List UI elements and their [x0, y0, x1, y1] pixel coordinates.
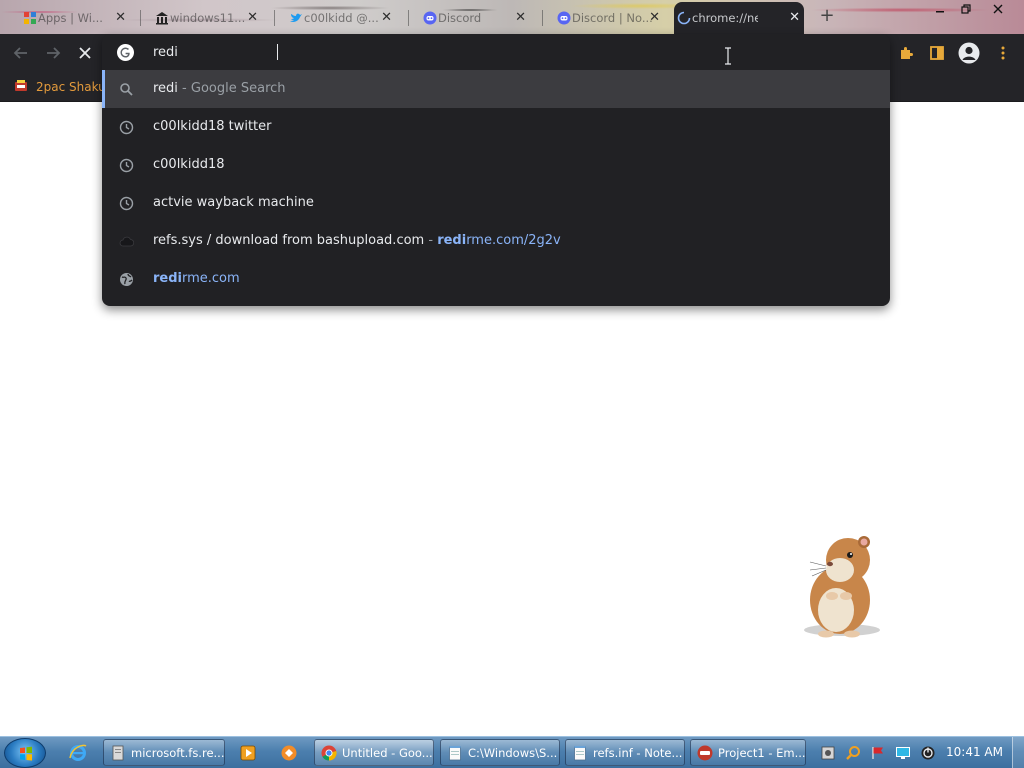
emulator-icon: [697, 745, 713, 761]
bookmark-2pac-shakur[interactable]: 2pac Shakur: [14, 77, 111, 97]
magnifier-icon[interactable]: [844, 744, 862, 762]
address-bar-input[interactable]: [153, 43, 753, 61]
taskbar-item-label: C:\Windows\S...: [468, 745, 558, 760]
tab-windows11[interactable]: windows11... ✕: [152, 6, 262, 30]
close-icon[interactable]: ✕: [115, 10, 126, 25]
suggestion-text: redirme.com: [153, 271, 240, 286]
taskbar-item-windows-folder[interactable]: C:\Windows\S...: [440, 739, 560, 766]
minimize-icon[interactable]: [926, 0, 954, 18]
notepad-icon: [447, 745, 463, 761]
profile-avatar-icon[interactable]: [958, 42, 980, 64]
start-button[interactable]: [4, 738, 46, 768]
windows-logo-icon: [20, 746, 32, 761]
close-icon[interactable]: ✕: [515, 10, 526, 25]
omnibox-dropdown: redi - Google Search c00lkidd18 twitter …: [102, 34, 890, 306]
taskbar-item-label: refs.inf - Note...: [593, 745, 683, 760]
suggestion-url-refs[interactable]: refs.sys / download from bashupload.com …: [102, 222, 890, 260]
tab-title: Discord | No...: [572, 11, 653, 25]
notepad-icon: [572, 745, 588, 761]
tab-title: windows11...: [170, 11, 246, 25]
taskbar-item-microsoft-fs[interactable]: microsoft.fs.re...: [103, 739, 225, 766]
colorful-app-icon: [22, 10, 37, 25]
suggestion-text: c00lkidd18 twitter: [153, 119, 272, 134]
twitter-bird-icon: [288, 10, 303, 25]
tab-new-tab-active[interactable]: chrome://ne... ✕: [674, 2, 804, 34]
screen: Apps | Wi... ✕ windows11... ✕ c00lkidd @…: [0, 0, 1024, 768]
tab-separator: [274, 10, 275, 26]
discord-icon: [556, 10, 571, 25]
taskbar-clock[interactable]: 10:41 AM: [946, 745, 1003, 759]
tab-discord-2[interactable]: Discord | No... ✕: [554, 6, 664, 30]
tab-title: Apps | Wi...: [38, 11, 103, 25]
bookmark-icon: [14, 79, 28, 96]
tab-separator: [408, 10, 409, 26]
museum-icon: [154, 10, 169, 25]
tray-app-icon[interactable]: [819, 744, 837, 762]
taskbar-item-label: microsoft.fs.re...: [131, 745, 225, 760]
suggestion-text: actvie wayback machine: [153, 195, 314, 210]
history-icon: [118, 195, 134, 211]
loading-spinner-icon: [676, 10, 691, 25]
media-player-icon[interactable]: [232, 739, 264, 766]
tab-separator: [140, 10, 141, 26]
bookmark-label: 2pac Shakur: [36, 80, 111, 94]
tab-apps[interactable]: Apps | Wi... ✕: [20, 6, 130, 30]
suggestion-history-2[interactable]: c00lkidd18: [102, 146, 890, 184]
more-menu-icon[interactable]: [992, 42, 1014, 64]
file-icon: [110, 745, 126, 761]
stop-loading-icon[interactable]: [74, 42, 96, 64]
suggestion-url-redirme[interactable]: redirme.com: [102, 260, 890, 298]
suggestion-text: redi - Google Search: [153, 81, 286, 96]
suggestion-history-1[interactable]: c00lkidd18 twitter: [102, 108, 890, 146]
omnibox-input-row: [102, 34, 890, 70]
action-center-flag-icon[interactable]: [869, 744, 887, 762]
pinned-app-icon[interactable]: [273, 739, 305, 766]
side-panel-icon[interactable]: [926, 42, 948, 64]
tab-twitter[interactable]: c00lkidd @... ✕: [286, 6, 396, 30]
tab-strip: Apps | Wi... ✕ windows11... ✕ c00lkidd @…: [0, 0, 1024, 34]
back-icon[interactable]: [10, 42, 32, 64]
suggestion-text: refs.sys / download from bashupload.com …: [153, 233, 561, 248]
taskbar-item-project1[interactable]: Project1 - Em...: [690, 739, 806, 766]
power-status-icon[interactable]: [919, 744, 937, 762]
cloud-icon: [118, 233, 134, 249]
tab-title: c00lkidd @...: [304, 11, 379, 25]
tab-separator: [542, 10, 543, 26]
close-icon[interactable]: ✕: [789, 10, 800, 25]
history-icon: [118, 119, 134, 135]
window-close-icon[interactable]: [984, 0, 1012, 18]
internet-explorer-icon[interactable]: [62, 739, 94, 766]
history-icon: [118, 157, 134, 173]
suggestion-google-search[interactable]: redi - Google Search: [102, 70, 890, 108]
close-icon[interactable]: ✕: [381, 10, 392, 25]
tab-title: chrome://ne...: [692, 11, 758, 25]
taskbar-item-label: Untitled - Goo...: [342, 745, 433, 760]
close-icon[interactable]: ✕: [649, 10, 660, 25]
close-icon[interactable]: ✕: [247, 10, 258, 25]
search-icon: [118, 81, 134, 97]
globe-icon: [118, 271, 134, 287]
restore-icon[interactable]: [952, 0, 980, 18]
discord-icon: [422, 10, 437, 25]
forward-icon[interactable]: [42, 42, 64, 64]
new-tab-button[interactable]: +: [817, 6, 837, 26]
show-desktop-button[interactable]: [1012, 737, 1024, 768]
tab-title: Discord: [438, 11, 482, 25]
i-beam-cursor-icon: [724, 47, 732, 65]
monitor-icon[interactable]: [894, 744, 912, 762]
suggestion-history-3[interactable]: actvie wayback machine: [102, 184, 890, 222]
taskbar-item-label: Project1 - Em...: [718, 745, 806, 760]
taskbar-item-chrome[interactable]: Untitled - Goo...: [314, 739, 434, 766]
hamster-desktop-pet[interactable]: [796, 530, 888, 640]
extensions-puzzle-icon[interactable]: [895, 42, 917, 64]
taskbar-item-refs-inf[interactable]: refs.inf - Note...: [565, 739, 685, 766]
tab-discord[interactable]: Discord ✕: [420, 6, 530, 30]
chrome-icon: [321, 745, 337, 761]
suggestion-text: c00lkidd18: [153, 157, 225, 172]
google-g-icon: [117, 44, 134, 65]
text-caret: [277, 44, 278, 60]
